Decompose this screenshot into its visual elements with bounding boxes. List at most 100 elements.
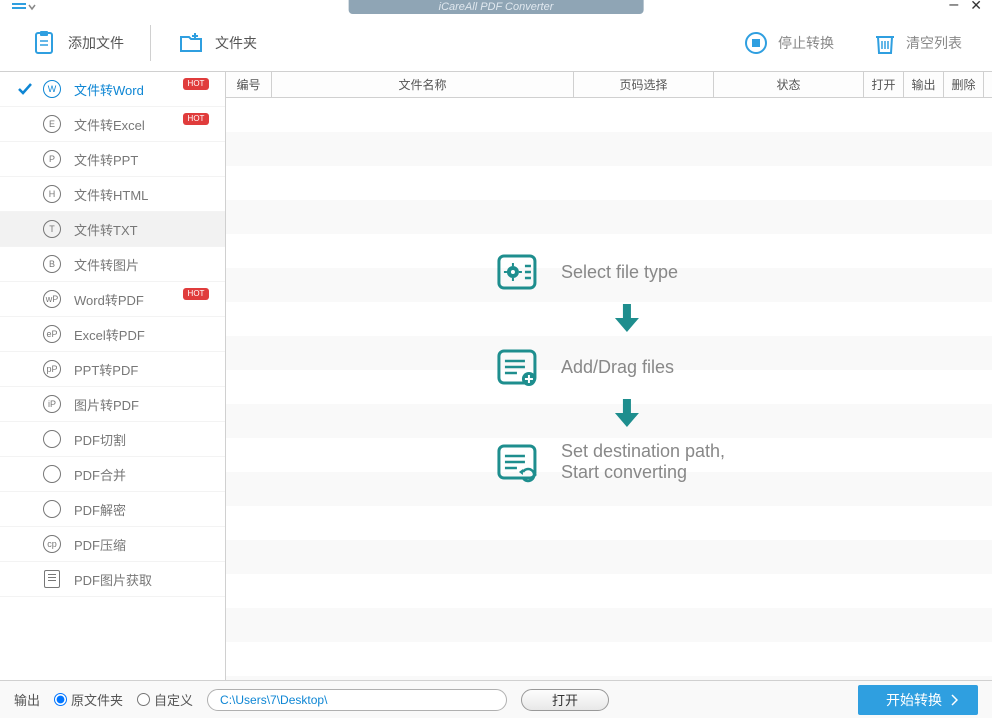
radio-source-input[interactable] [54,693,67,706]
col-page[interactable]: 页码选择 [574,72,714,97]
placeholder-step3b: Start converting [561,462,725,483]
file-add-icon [493,343,541,391]
sidebar-item-5[interactable]: B 文件转图片 [0,247,225,282]
minimize-button[interactable]: – [949,0,958,10]
check-icon [16,82,34,96]
sidebar-item-3[interactable]: H 文件转HTML [0,177,225,212]
app-title: iCareAll PDF Converter [349,0,644,14]
format-icon: H [40,182,64,206]
footer: 输出 原文件夹 自定义 打开 开始转换 [0,680,992,718]
format-icon: T [40,217,64,241]
col-open[interactable]: 打开 [864,72,904,97]
col-status[interactable]: 状态 [714,72,864,97]
placeholder-step1: Select file type [561,262,678,283]
format-icon: cp [40,532,64,556]
radio-source-label: 原文件夹 [71,690,123,709]
add-folder-button[interactable]: 文件夹 [167,23,267,63]
sidebar-item-1[interactable]: E 文件转Excel HOT [0,107,225,142]
sidebar-item-13[interactable]: cp PDF压缩 [0,527,225,562]
format-icon: P [40,147,64,171]
sidebar-item-12[interactable]: PDF解密 [0,492,225,527]
format-icon [40,497,64,521]
hot-badge: HOT [183,78,209,90]
output-label: 输出 [14,690,40,709]
format-icon: W [40,77,64,101]
format-icon [40,567,64,591]
sidebar-item-7[interactable]: eP Excel转PDF [0,317,225,352]
format-icon: E [40,112,64,136]
sidebar-item-label: 文件转图片 [74,255,139,274]
format-icon: wP [40,287,64,311]
sidebar-item-2[interactable]: P文件转PPT [0,142,225,177]
titlebar-menu-dropdown[interactable] [12,2,36,12]
titlebar: iCareAll PDF Converter – ✕ [0,0,992,14]
col-name[interactable]: 文件名称 [272,72,574,97]
empty-placeholder: Select file type Add/Drag file [493,248,725,486]
clipboard-icon [30,29,58,57]
format-icon: eP [40,322,64,346]
sidebar-item-label: 文件转Word [74,80,144,99]
start-label: 开始转换 [886,690,942,710]
add-file-button[interactable]: 添加文件 [20,23,134,63]
sidebar-item-label: 图片转PDF [74,395,139,414]
col-out[interactable]: 输出 [904,72,944,97]
add-folder-label: 文件夹 [215,33,257,53]
sidebar-item-6[interactable]: wP Word转PDF HOT [0,282,225,317]
stop-label: 停止转换 [778,33,834,53]
sidebar-item-label: Excel转PDF [74,325,145,344]
sidebar-item-label: PDF图片获取 [74,570,152,589]
sidebar-item-label: 文件转Excel [74,115,145,134]
output-path-input[interactable] [207,689,507,711]
format-icon [40,462,64,486]
chevron-right-icon [950,694,958,706]
format-icon: iP [40,392,64,416]
radio-custom-folder[interactable]: 自定义 [137,690,193,709]
radio-custom-input[interactable] [137,693,150,706]
arrow-down-icon [613,397,641,429]
format-icon [40,427,64,451]
main: W文件转WordHOTE文件转ExcelHOTP文件转PPTH文件转HTMLT文… [0,72,992,680]
col-num[interactable]: 编号 [226,72,272,97]
folder-plus-icon [177,29,205,57]
trash-icon [874,31,896,55]
sidebar-item-0[interactable]: W 文件转Word HOT [0,72,225,107]
sidebar-item-label: PDF切割 [74,430,126,449]
clear-button[interactable]: 清空列表 [864,25,972,61]
toolbar: 添加文件 文件夹 停止转换 清空列表 [0,14,992,72]
clear-label: 清空列表 [906,33,962,53]
sidebar-item-label: Word转PDF [74,290,144,309]
stop-button[interactable]: 停止转换 [734,25,844,61]
format-icon: pP [40,357,64,381]
sidebar-item-11[interactable]: PDF合并 [0,457,225,492]
table-header: 编号 文件名称 页码选择 状态 打开 输出 删除 [226,72,992,98]
file-convert-icon [493,438,541,486]
placeholder-step3a: Set destination path, [561,441,725,462]
separator [150,25,151,61]
gear-card-icon [493,248,541,296]
sidebar-item-14[interactable]: PDF图片获取 [0,562,225,597]
sidebar-item-label: 文件转TXT [74,220,138,239]
radio-source-folder[interactable]: 原文件夹 [54,690,123,709]
hot-badge: HOT [183,288,209,300]
col-extra [984,72,992,97]
sidebar-item-4[interactable]: T 文件转TXT [0,212,225,247]
col-del[interactable]: 删除 [944,72,984,97]
format-icon: B [40,252,64,276]
add-file-label: 添加文件 [68,33,124,53]
sidebar-item-label: PPT转PDF [74,360,138,379]
sidebar-item-label: 文件转HTML [74,185,148,204]
hot-badge: HOT [183,113,209,125]
placeholder-step2: Add/Drag files [561,357,674,378]
content-area: 编号 文件名称 页码选择 状态 打开 输出 删除 [226,72,992,680]
close-button[interactable]: ✕ [970,0,982,10]
sidebar-item-8[interactable]: pP PPT转PDF [0,352,225,387]
start-convert-button[interactable]: 开始转换 [858,685,978,715]
sidebar-item-label: PDF解密 [74,500,126,519]
open-folder-button[interactable]: 打开 [521,689,609,711]
stop-icon [744,31,768,55]
sidebar-item-9[interactable]: iP 图片转PDF [0,387,225,422]
sidebar-item-label: PDF压缩 [74,535,126,554]
sidebar-item-10[interactable]: PDF切割 [0,422,225,457]
chevron-down-icon [28,3,36,11]
table-body[interactable]: Select file type Add/Drag file [226,98,992,680]
